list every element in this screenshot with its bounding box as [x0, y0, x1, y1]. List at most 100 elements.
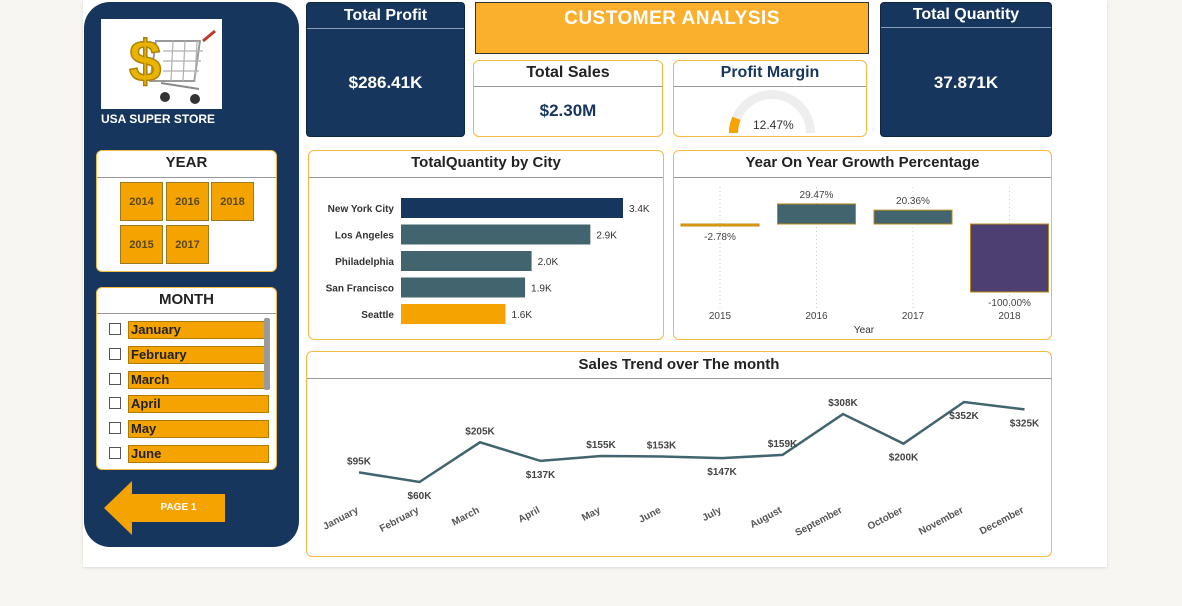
store-name: USA SUPER STORE — [101, 112, 216, 126]
city-label: New York City — [328, 204, 395, 215]
growth-bar[interactable] — [777, 203, 856, 225]
month-tick-label: November — [917, 505, 965, 538]
checkbox[interactable] — [109, 348, 121, 360]
month-tick-label: March — [450, 505, 481, 529]
month-item-january[interactable]: January — [109, 320, 269, 340]
x-axis-title: Year — [854, 325, 875, 336]
kpi-title: Total Quantity — [912, 6, 1020, 23]
city-value-label: 1.6K — [511, 310, 532, 321]
city-bar[interactable] — [401, 251, 532, 271]
yoy-bar-chart: -2.78% 2015 29.47% 2016 20.36% 2017 -100.00% 20… — [680, 187, 1049, 336]
city-value-label: 3.4K — [629, 204, 650, 215]
sales-value-label: $147K — [707, 467, 737, 478]
checkbox[interactable] — [109, 373, 121, 385]
kpi-value: 37.871K — [933, 73, 999, 92]
yoy-growth-chart: Year On Year Growth Percentage -2.78% 201… — [673, 150, 1052, 340]
year-button-2015[interactable]: 2015 — [120, 225, 163, 264]
city-bar[interactable] — [401, 198, 623, 218]
sales-value-label: $352K — [949, 411, 979, 422]
growth-value-label: 29.47% — [800, 190, 834, 201]
city-label: San Francisco — [326, 284, 394, 295]
year-button-2014[interactable]: 2014 — [120, 182, 163, 221]
year-button-2018[interactable]: 2018 — [211, 182, 254, 221]
month-tick-label: August — [748, 505, 784, 531]
growth-value-label: -2.78% — [704, 232, 736, 243]
dollar-shopping-cart-icon: $ — [128, 28, 216, 104]
checkbox[interactable] — [109, 397, 121, 409]
sales-value-label: $205K — [465, 426, 495, 437]
year-button-2016[interactable]: 2016 — [166, 182, 209, 221]
month-tick-label: September — [794, 505, 845, 539]
year-button-2017[interactable]: 2017 — [166, 225, 209, 264]
sales-value-label: $137K — [526, 470, 556, 481]
year-tick-label: 2017 — [902, 311, 925, 322]
kpi-profit-margin: Profit Margin 12.47% — [673, 60, 867, 137]
month-tick-label: October — [866, 505, 905, 533]
sales-value-label: $200K — [889, 453, 919, 464]
city-bar[interactable] — [401, 277, 526, 298]
city-value-label: 2.0K — [538, 257, 559, 268]
year-tick-label: 2018 — [998, 311, 1021, 322]
month-slicer: MONTH January February March April May J… — [96, 287, 277, 470]
kpi-title: Total Sales — [526, 64, 610, 81]
month-item-march[interactable]: March — [109, 370, 269, 390]
checkbox[interactable] — [109, 422, 121, 434]
month-tick-label: May — [580, 505, 603, 524]
month-label: April — [128, 395, 269, 413]
city-bar[interactable] — [401, 224, 591, 245]
sales-value-label: $155K — [586, 440, 616, 451]
sales-trend-chart: Sales Trend over The month $95K January $6… — [306, 351, 1052, 557]
sales-line-chart: $95K January $60K February $205K March $137K Ap… — [321, 398, 1040, 539]
year-tick-label: 2015 — [709, 311, 732, 322]
profit-margin-gauge: 12.47% — [729, 90, 815, 133]
city-bar-chart: New York City 3.4K Los Angeles 2.9K Philadel… — [326, 198, 650, 324]
page-1-label: PAGE 1 — [160, 502, 197, 513]
year-tick-label: 2016 — [805, 311, 828, 322]
gauge-value: 12.47% — [753, 118, 794, 132]
kpi-value: $286.41K — [348, 73, 423, 92]
month-item-june[interactable]: June — [109, 444, 269, 464]
month-scrollbar[interactable] — [264, 318, 270, 390]
kpi-total-quantity: Total Quantity 37.871K — [880, 2, 1052, 137]
month-label: March — [128, 371, 269, 389]
growth-value-label: 20.36% — [896, 196, 930, 207]
month-tick-label: December — [978, 505, 1026, 537]
sales-value-label: $60K — [408, 491, 433, 502]
kpi-total-sales: Total Sales $2.30M — [473, 60, 663, 137]
month-tick-label: April — [517, 505, 542, 526]
page-1-button[interactable]: PAGE 1 — [104, 480, 226, 536]
city-label: Philadelphia — [335, 257, 394, 268]
month-label: January — [128, 321, 269, 339]
page-title: CUSTOMER ANALYSIS — [475, 2, 869, 54]
checkbox[interactable] — [109, 447, 121, 459]
kpi-total-profit: Total Profit $286.41K — [306, 2, 465, 137]
year-slicer: YEAR 2014 2016 2018 2015 2017 — [96, 150, 277, 272]
sales-value-label: $159K — [768, 439, 798, 450]
city-label: Seattle — [361, 310, 394, 321]
svg-text:$: $ — [129, 29, 161, 94]
month-tick-label: June — [637, 505, 663, 526]
sales-value-label: $95K — [347, 456, 372, 467]
city-label: Los Angeles — [335, 231, 395, 242]
checkbox[interactable] — [109, 323, 121, 335]
month-tick-label: July — [701, 505, 724, 524]
city-value-label: 2.9K — [596, 231, 617, 242]
city-value-label: 1.9K — [531, 284, 552, 295]
growth-bar[interactable] — [680, 223, 760, 227]
city-bar[interactable] — [401, 304, 506, 324]
kpi-value: $2.30M — [539, 101, 597, 120]
month-tick-label: January — [321, 505, 360, 533]
sales-value-label: $153K — [647, 441, 677, 452]
month-slicer-title: MONTH — [159, 291, 214, 308]
growth-bar[interactable] — [970, 223, 1049, 293]
sales-value-label: $308K — [828, 398, 858, 409]
month-item-february[interactable]: February — [109, 345, 269, 365]
month-label: June — [128, 445, 269, 463]
growth-value-label: -100.00% — [988, 298, 1031, 309]
year-slicer-title: YEAR — [165, 154, 208, 171]
month-item-may[interactable]: May — [109, 419, 269, 439]
sales-trend-line[interactable] — [358, 400, 1025, 484]
growth-bar[interactable] — [873, 209, 953, 225]
month-item-april[interactable]: April — [109, 394, 269, 414]
month-tick-label: February — [378, 505, 421, 535]
